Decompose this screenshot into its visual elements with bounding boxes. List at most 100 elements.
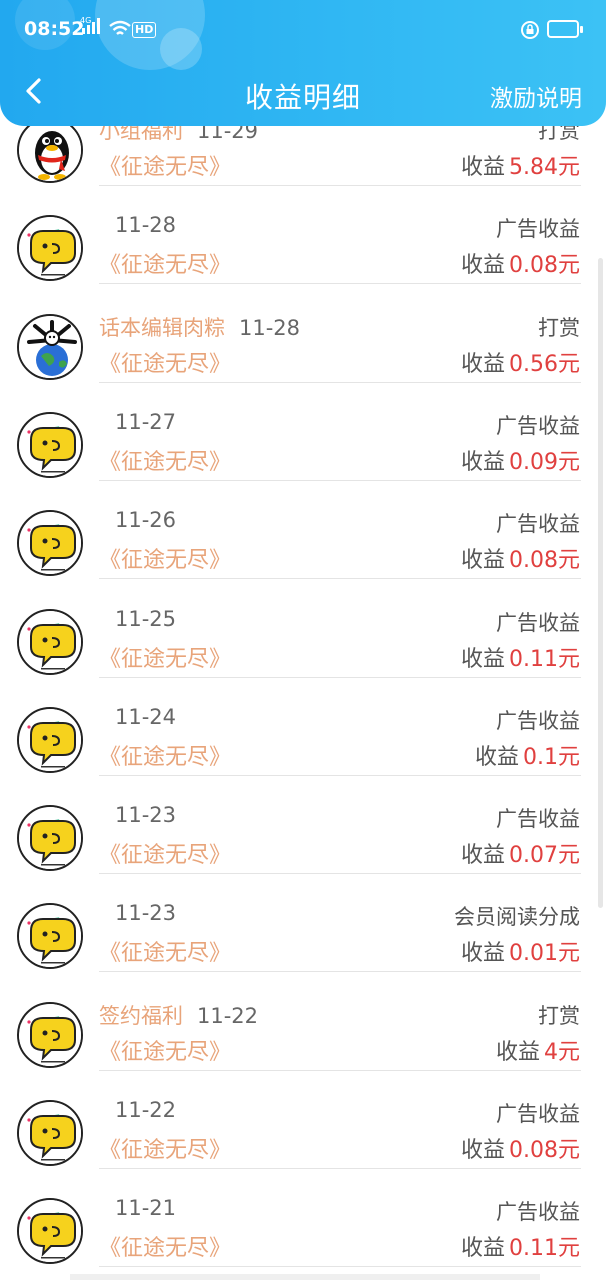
record-header: 11-25	[99, 607, 176, 631]
record-header: 11-24	[99, 705, 176, 729]
nav-bar: 收益明细 激励说明	[0, 62, 606, 122]
avatar	[17, 1002, 83, 1068]
row-divider	[99, 1266, 581, 1267]
record-type: 会员阅读分成	[454, 905, 580, 929]
earning-record[interactable]: 11-21 《征途无尽》 广告收益 收益 0.11元	[0, 1184, 606, 1280]
earning-amount: 0.08元	[509, 253, 580, 278]
record-book-title[interactable]: 《征途无尽》	[99, 739, 231, 771]
earning-record[interactable]: 11-25 《征途无尽》 广告收益 收益 0.11元	[0, 595, 606, 693]
earning-record[interactable]: 11-24 《征途无尽》 广告收益 收益 0.1元	[0, 693, 606, 791]
record-type: 广告收益	[496, 414, 580, 438]
row-divider	[99, 971, 581, 972]
globe-character-avatar-icon	[19, 316, 81, 378]
record-date: 11-27	[115, 410, 177, 434]
earning-label: 收益	[460, 1236, 505, 1261]
record-earning: 收益 4元	[496, 1034, 580, 1066]
scrollbar[interactable]	[598, 258, 603, 908]
network-type: 4G	[80, 16, 91, 25]
record-header: 11-23	[99, 803, 176, 827]
status-bar: 08:52 4G HD	[0, 0, 606, 62]
record-earning: 收益 0.09元	[461, 444, 580, 476]
row-divider	[99, 283, 581, 284]
record-book-title[interactable]: 《征途无尽》	[99, 247, 231, 279]
avatar	[17, 215, 83, 281]
record-book-title[interactable]: 《征途无尽》	[99, 641, 231, 673]
row-divider	[99, 185, 581, 186]
chat-bubble-avatar-icon	[19, 611, 81, 673]
earning-record[interactable]: 话本编辑肉粽 11-28 《征途无尽》 打赏 收益 0.56元	[0, 300, 606, 398]
earning-label: 收益	[495, 1040, 540, 1065]
avatar	[17, 510, 83, 576]
earning-amount: 5.84元	[509, 155, 580, 180]
earning-label: 收益	[460, 253, 505, 278]
earning-amount: 0.11元	[509, 647, 580, 672]
record-earning: 收益 0.01元	[461, 935, 580, 967]
earning-amount: 0.08元	[509, 548, 580, 573]
record-earning: 收益 0.08元	[461, 1132, 580, 1164]
earning-record[interactable]: 签约福利 11-22 《征途无尽》 打赏收益 4元	[0, 988, 606, 1086]
record-date: 11-25	[115, 607, 177, 631]
record-type: 广告收益	[496, 1102, 580, 1126]
record-date: 11-23	[115, 901, 177, 925]
battery-icon	[547, 20, 583, 38]
record-date: 11-22	[115, 1098, 177, 1122]
avatar	[17, 609, 83, 675]
record-book-title[interactable]: 《征途无尽》	[99, 149, 231, 181]
row-divider	[99, 480, 581, 481]
earning-record[interactable]: 11-27 《征途无尽》 广告收益收益 0.09元	[0, 398, 606, 496]
record-type: 打赏	[538, 1004, 580, 1028]
earning-record[interactable]: 11-22 《征途无尽》 广告收益收益 0.08元	[0, 1086, 606, 1184]
chat-bubble-avatar-icon	[19, 709, 81, 771]
record-header: 11-28	[99, 213, 176, 237]
page-title: 收益明细	[244, 81, 361, 114]
earning-label: 收益	[460, 1138, 505, 1163]
record-type: 广告收益	[496, 512, 580, 536]
avatar	[17, 412, 83, 478]
avatar	[17, 1198, 83, 1264]
record-book-title[interactable]: 《征途无尽》	[99, 444, 231, 476]
record-book-title[interactable]: 《征途无尽》	[99, 935, 231, 967]
earning-label: 收益	[460, 647, 505, 672]
chat-bubble-avatar-icon	[19, 1004, 81, 1066]
record-earning: 收益 0.56元	[461, 346, 580, 378]
next-row-edge	[70, 1274, 540, 1280]
earning-label: 收益	[460, 352, 505, 377]
earning-record[interactable]: 11-28 《征途无尽》 广告收益收益 0.08元	[0, 201, 606, 299]
earning-record[interactable]: 11-23 《征途无尽》 广告收益 收益 0.07元	[0, 791, 606, 889]
record-header: 11-21	[99, 1196, 176, 1220]
record-book-title[interactable]: 《征途无尽》	[99, 1230, 231, 1262]
record-earning: 收益 0.11元	[461, 1230, 580, 1262]
record-book-title[interactable]: 《征途无尽》	[99, 346, 231, 378]
record-book-title[interactable]: 《征途无尽》	[99, 837, 231, 869]
record-tag: 签约福利	[99, 1004, 183, 1028]
qq-penguin-avatar-icon	[19, 119, 81, 181]
lock-rotation-icon	[520, 20, 540, 44]
record-header: 11-27	[99, 410, 176, 434]
record-header: 11-26	[99, 508, 176, 532]
record-type: 广告收益	[496, 217, 580, 241]
record-date: 11-23	[115, 803, 177, 827]
earning-amount: 0.11元	[509, 1236, 580, 1261]
signal-icon: 4G	[80, 14, 106, 40]
chat-bubble-avatar-icon	[19, 1200, 81, 1262]
incentive-info-link[interactable]: 激励说明	[490, 79, 582, 113]
chat-bubble-avatar-icon	[19, 1102, 81, 1164]
back-button[interactable]	[20, 76, 50, 106]
avatar	[17, 903, 83, 969]
record-earning: 收益 0.08元	[461, 542, 580, 574]
row-divider	[99, 873, 581, 874]
record-book-title[interactable]: 《征途无尽》	[99, 542, 231, 574]
earning-label: 收益	[460, 843, 505, 868]
record-header: 签约福利 11-22	[99, 1000, 258, 1030]
earning-record[interactable]: 11-26 《征途无尽》 广告收益收益 0.08元	[0, 496, 606, 594]
earning-label: 收益	[460, 548, 505, 573]
record-date: 11-21	[115, 1196, 177, 1220]
record-date: 11-24	[115, 705, 177, 729]
earning-record[interactable]: 11-23 《征途无尽》 会员阅读分成收益 0.01元	[0, 889, 606, 987]
app-header: 08:52 4G HD 收益明细 激励说明	[0, 0, 606, 126]
record-book-title[interactable]: 《征途无尽》	[99, 1132, 231, 1164]
record-earning: 收益 0.07元	[461, 837, 580, 869]
record-book-title[interactable]: 《征途无尽》	[99, 1034, 231, 1066]
record-type: 广告收益	[496, 709, 580, 733]
record-earning: 收益 0.08元	[461, 247, 580, 279]
